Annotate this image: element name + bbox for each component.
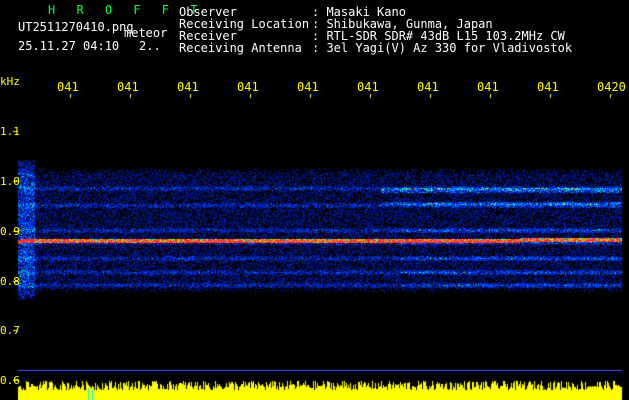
x-tick-label: 041 xyxy=(177,80,199,94)
x-tick-label: 041 xyxy=(417,80,439,94)
y-tick-label: 1.0 xyxy=(0,175,20,188)
y-unit-label: kHz xyxy=(0,75,20,88)
file-name: UT2511270410.png xyxy=(18,20,134,34)
y-tick-label: 0.7 xyxy=(0,324,20,337)
x-tick-label: 041 xyxy=(117,80,139,94)
datetime: 25.11.27 04:10 xyxy=(18,39,120,53)
y-tick-label: 1.1 xyxy=(0,125,20,138)
field-antenna-label: Receiving Antenna xyxy=(179,41,302,55)
extra-label: 2.. xyxy=(139,39,161,53)
x-tick-label: 0420 xyxy=(597,80,626,94)
x-tick-label: 041 xyxy=(297,80,319,94)
y-tick-label: 0.9 xyxy=(0,225,20,238)
x-tick-label: 041 xyxy=(477,80,499,94)
x-tick-label: 041 xyxy=(237,80,259,94)
x-tick-label: 041 xyxy=(57,80,79,94)
spectrogram xyxy=(0,0,629,400)
field-antenna-value: : 3el Yagi(V) Az 330 for Vladivostok xyxy=(312,41,573,55)
y-tick-label: 0.8 xyxy=(0,275,20,288)
x-tick-label: 041 xyxy=(537,80,559,94)
y-tick-label: 0.6 xyxy=(0,374,20,387)
mode-label: meteor xyxy=(124,26,168,40)
x-tick-label: 041 xyxy=(357,80,379,94)
